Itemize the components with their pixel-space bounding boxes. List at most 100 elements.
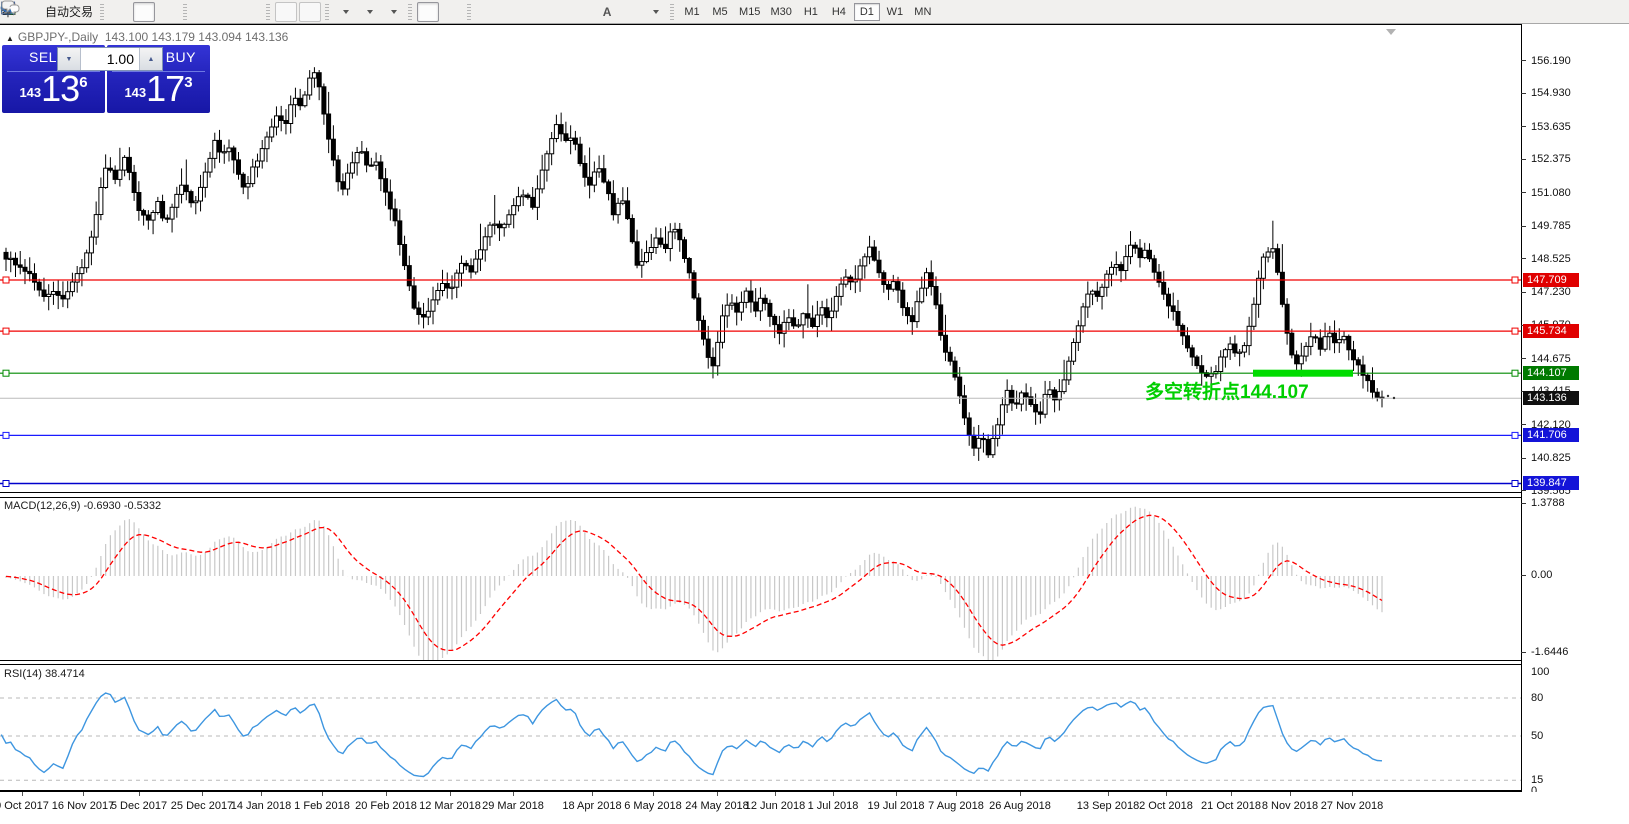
price-tick-label: 151.080 (1531, 187, 1571, 199)
zoom-out-button[interactable] (216, 2, 238, 22)
timeframe-m1-button[interactable]: M1 (679, 3, 705, 21)
collapse-panel-icon[interactable]: ▲ (6, 34, 14, 43)
date-label: 5 Dec 2017 (111, 800, 167, 812)
date-label: 27 Nov 2018 (1321, 800, 1383, 812)
hline-handle[interactable] (1512, 277, 1518, 283)
date-label: 13 Sep 2018 (1077, 800, 1139, 812)
volume-field[interactable]: 1.00 (81, 48, 139, 70)
date-tick-mark (1231, 792, 1232, 796)
timeframe-m5-button[interactable]: M5 (707, 3, 733, 21)
date-label: 12 Mar 2018 (419, 800, 481, 812)
price-chart-pane[interactable]: ▲GBPJPY-,Daily 143.100 143.179 143.094 1… (0, 24, 1521, 493)
hline-handle[interactable] (1512, 432, 1518, 438)
price-level-badge: 145.734 (1523, 324, 1579, 338)
hline-handle[interactable] (3, 370, 9, 376)
new-chart-button[interactable] (334, 2, 356, 22)
timeframe-h1-button[interactable]: H1 (798, 3, 824, 21)
volume-increase-button[interactable]: ▲ (139, 48, 162, 70)
axis-tick-mark (1521, 652, 1526, 653)
periods-button[interactable] (358, 2, 380, 22)
toolbar-grip[interactable] (100, 4, 104, 20)
date-label: 25 Dec 2017 (171, 800, 233, 812)
chart-annotation-text[interactable]: 多空转折点144.107 (1145, 377, 1309, 404)
date-label: 14 Jan 2018 (231, 800, 292, 812)
axis-tick-mark (1521, 358, 1526, 359)
candlestick-chart-button[interactable] (133, 2, 155, 22)
toolbar-grip[interactable] (325, 4, 329, 20)
scroll-to-end-marker[interactable] (1386, 29, 1396, 35)
sell-price: 143136 (2, 68, 105, 110)
zoom-in-button[interactable] (192, 2, 214, 22)
date-tick-mark (513, 792, 514, 796)
tile-windows-button[interactable] (240, 2, 262, 22)
date-tick-mark (956, 792, 957, 796)
buy-price-whole: 143 (124, 85, 146, 100)
macd-pane[interactable]: MACD(12,26,9) -0.6930 -0.5332 (0, 498, 1521, 661)
toolbar-grip[interactable] (467, 4, 471, 20)
buy-label: BUY (166, 49, 196, 65)
chart-ohlc-values: 143.100 143.179 143.094 143.136 (105, 30, 289, 44)
price-axis[interactable]: 156.190154.930153.635152.375151.080149.7… (1522, 24, 1629, 792)
auto-scroll-button[interactable] (275, 2, 297, 22)
vertical-line-tool[interactable] (476, 2, 498, 22)
macd-tick-label: 0.00 (1531, 569, 1552, 581)
timeframe-m30-button[interactable]: M30 (766, 3, 795, 21)
toolbar-grip[interactable] (408, 4, 412, 20)
rsi-tick-label: 100 (1531, 666, 1549, 678)
horizontal-line-tool[interactable] (500, 2, 522, 22)
price-tick-label: 154.930 (1531, 87, 1571, 99)
indicators-button[interactable] (382, 2, 404, 22)
bar-chart-button[interactable] (109, 2, 131, 22)
hline-handle[interactable] (3, 481, 9, 487)
hline-handle[interactable] (3, 432, 9, 438)
chevron-down-icon (367, 10, 373, 14)
macd-canvas (0, 498, 1521, 660)
hline-handle[interactable] (3, 328, 9, 334)
date-tick-mark (717, 792, 718, 796)
toolbar-grip[interactable] (670, 4, 674, 20)
pane-splitter[interactable] (0, 664, 1521, 665)
chart-shift-button[interactable] (299, 2, 321, 22)
buy-price-point: 3 (184, 74, 192, 91)
sell-price-whole: 143 (19, 85, 41, 100)
timeframe-h4-button[interactable]: H4 (826, 3, 852, 21)
price-tick-label: 149.785 (1531, 220, 1571, 232)
volume-decrease-button[interactable]: ▼ (58, 48, 81, 70)
toolbar-grip[interactable] (266, 4, 270, 20)
toolbar-grip[interactable] (183, 4, 187, 20)
date-tick-mark (261, 792, 262, 796)
rsi-pane[interactable]: RSI(14) 38.4714 (0, 666, 1521, 792)
hline-handle[interactable] (3, 277, 9, 283)
arrows-tool[interactable] (644, 2, 666, 22)
price-tick-label: 147.230 (1531, 286, 1571, 298)
text-tool[interactable]: A (596, 2, 618, 22)
line-chart-button[interactable] (157, 2, 179, 22)
date-label: 20 Feb 2018 (355, 800, 417, 812)
timeframe-d1-button[interactable]: D1 (854, 3, 880, 21)
buy-price: 143173 (107, 68, 210, 110)
timeframe-mn-button[interactable]: MN (910, 3, 936, 21)
date-label: 1 Feb 2018 (294, 800, 350, 812)
hline-handle[interactable] (1512, 328, 1518, 334)
chat-button[interactable] (1592, 2, 1614, 22)
trendline-tool[interactable] (524, 2, 546, 22)
chart-title: ▲GBPJPY-,Daily 143.100 143.179 143.094 1… (6, 30, 288, 44)
date-label: 12 Jun 2018 (745, 800, 806, 812)
timeframe-w1-button[interactable]: W1 (882, 3, 908, 21)
axis-tick-mark (1521, 93, 1526, 94)
text-label-tool[interactable]: T (620, 2, 642, 22)
price-level-badge: 144.107 (1523, 366, 1579, 380)
date-axis[interactable]: 9 Oct 201716 Nov 20175 Dec 201725 Dec 20… (0, 792, 1629, 824)
search-button[interactable] (1559, 2, 1581, 22)
hline-handle[interactable] (1512, 481, 1518, 487)
fibonacci-tool[interactable]: F (572, 2, 594, 22)
hline-handle[interactable] (1512, 370, 1518, 376)
date-tick-mark (450, 792, 451, 796)
equidistant-channel-tool[interactable]: E (548, 2, 570, 22)
price-chart-canvas[interactable] (0, 25, 1521, 493)
crosshair-tool-button[interactable] (441, 2, 463, 22)
autotrading-button[interactable]: 自动交易 (39, 2, 96, 22)
highlighted-level-segment[interactable] (1253, 370, 1353, 377)
timeframe-m15-button[interactable]: M15 (735, 3, 764, 21)
cursor-tool-button[interactable] (417, 2, 439, 22)
